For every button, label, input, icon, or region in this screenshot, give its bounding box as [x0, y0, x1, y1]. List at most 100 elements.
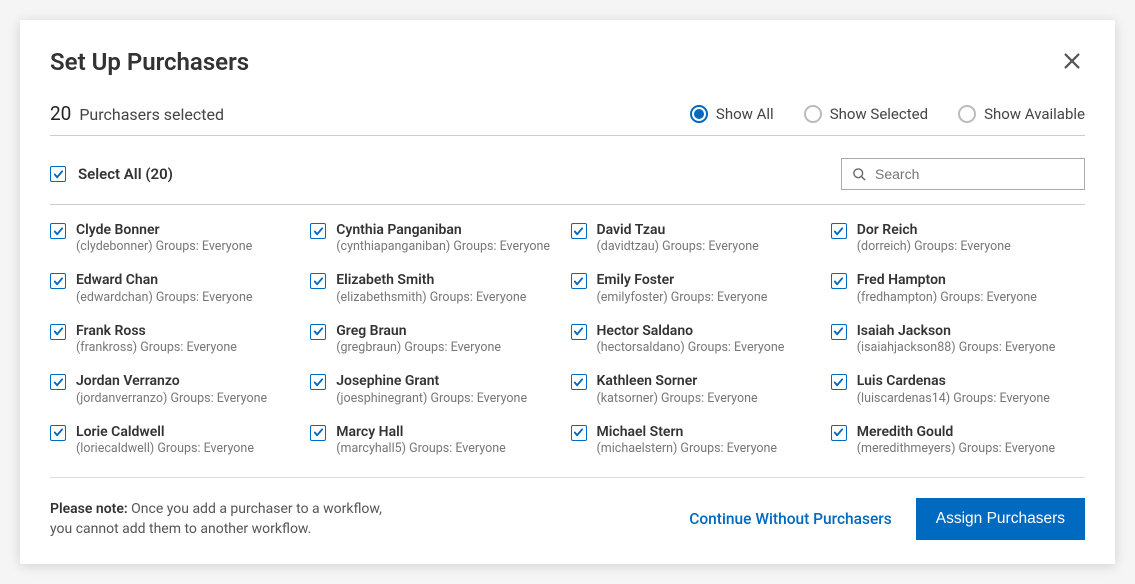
- purchaser-info: Emily Foster(emilyfoster) Groups: Everyo…: [597, 271, 768, 305]
- purchaser-checkbox[interactable]: [310, 223, 326, 239]
- purchaser-info: Dor Reich(dorreich) Groups: Everyone: [857, 221, 1011, 255]
- modal-title: Set Up Purchasers: [50, 48, 249, 76]
- radio-circle-icon: [804, 105, 822, 123]
- purchaser-item: Kathleen Sorner(katsorner) Groups: Every…: [571, 372, 819, 406]
- purchaser-info: Edward Chan(edwardchan) Groups: Everyone: [76, 271, 253, 305]
- purchaser-item: Meredith Gould(meredithmeyers) Groups: E…: [831, 423, 1079, 457]
- purchaser-sub: (marcyhall5) Groups: Everyone: [336, 441, 505, 457]
- purchaser-checkbox[interactable]: [571, 223, 587, 239]
- purchaser-info: Greg Braun(gregbraun) Groups: Everyone: [336, 322, 501, 356]
- purchaser-item: Cynthia Panganiban(cynthiapanganiban) Gr…: [310, 221, 558, 255]
- purchaser-sub: (meredithmeyers) Groups: Everyone: [857, 441, 1055, 457]
- purchaser-checkbox[interactable]: [50, 425, 66, 441]
- filter-radios: Show All Show Selected Show Available: [690, 105, 1085, 123]
- selected-count: 20: [50, 102, 71, 125]
- purchaser-sub: (gregbraun) Groups: Everyone: [336, 340, 501, 356]
- purchaser-info: Kathleen Sorner(katsorner) Groups: Every…: [597, 372, 758, 406]
- purchaser-name: Marcy Hall: [336, 423, 505, 441]
- radio-show-selected[interactable]: Show Selected: [804, 105, 928, 123]
- purchaser-sub: (jordanverranzo) Groups: Everyone: [76, 391, 267, 407]
- purchaser-info: Marcy Hall(marcyhall5) Groups: Everyone: [336, 423, 505, 457]
- purchaser-checkbox[interactable]: [571, 425, 587, 441]
- purchaser-checkbox[interactable]: [310, 425, 326, 441]
- purchaser-item: Greg Braun(gregbraun) Groups: Everyone: [310, 322, 558, 356]
- purchaser-name: Isaiah Jackson: [857, 322, 1056, 340]
- purchaser-name: Clyde Bonner: [76, 221, 252, 239]
- purchaser-item: Elizabeth Smith(elizabethsmith) Groups: …: [310, 271, 558, 305]
- purchaser-checkbox[interactable]: [50, 324, 66, 340]
- purchaser-sub: (katsorner) Groups: Everyone: [597, 391, 758, 407]
- selected-text: Purchasers selected: [79, 105, 224, 124]
- purchaser-checkbox[interactable]: [571, 273, 587, 289]
- purchaser-checkbox[interactable]: [310, 273, 326, 289]
- continue-without-button[interactable]: Continue Without Purchasers: [689, 510, 892, 528]
- purchaser-checkbox[interactable]: [571, 324, 587, 340]
- footer-note: Please note: Once you add a purchaser to…: [50, 499, 382, 540]
- purchaser-info: Fred Hampton(fredhampton) Groups: Everyo…: [857, 271, 1037, 305]
- purchaser-item: Dor Reich(dorreich) Groups: Everyone: [831, 221, 1079, 255]
- purchaser-checkbox[interactable]: [50, 223, 66, 239]
- purchaser-name: Meredith Gould: [857, 423, 1055, 441]
- purchaser-info: Luis Cardenas(luiscardenas14) Groups: Ev…: [857, 372, 1050, 406]
- close-icon[interactable]: [1059, 48, 1085, 74]
- controls-row: 20 Purchasers selected Show All Show Sel…: [50, 102, 1085, 136]
- purchaser-item: Josephine Grant(joesphinegrant) Groups: …: [310, 372, 558, 406]
- purchaser-item: David Tzau(davidtzau) Groups: Everyone: [571, 221, 819, 255]
- modal-footer: Please note: Once you add a purchaser to…: [50, 477, 1085, 540]
- purchaser-checkbox[interactable]: [50, 273, 66, 289]
- purchaser-checkbox[interactable]: [571, 374, 587, 390]
- purchaser-info: Frank Ross(frankross) Groups: Everyone: [76, 322, 237, 356]
- purchaser-grid: Clyde Bonner(clydebonner) Groups: Everyo…: [50, 221, 1085, 457]
- purchaser-checkbox[interactable]: [831, 324, 847, 340]
- purchaser-name: Elizabeth Smith: [336, 271, 526, 289]
- purchaser-checkbox[interactable]: [831, 374, 847, 390]
- radio-show-available[interactable]: Show Available: [958, 105, 1085, 123]
- purchaser-sub: (isaiahjackson88) Groups: Everyone: [857, 340, 1056, 356]
- search-field[interactable]: [841, 158, 1085, 190]
- purchaser-sub: (davidtzau) Groups: Everyone: [597, 239, 759, 255]
- modal-header: Set Up Purchasers: [50, 48, 1085, 76]
- purchaser-sub: (joesphinegrant) Groups: Everyone: [336, 391, 527, 407]
- purchaser-checkbox[interactable]: [310, 374, 326, 390]
- assign-purchasers-button[interactable]: Assign Purchasers: [916, 498, 1085, 540]
- purchaser-item: Michael Stern(michaelstern) Groups: Ever…: [571, 423, 819, 457]
- purchaser-name: Greg Braun: [336, 322, 501, 340]
- footer-buttons: Continue Without Purchasers Assign Purch…: [689, 498, 1085, 540]
- purchaser-info: Meredith Gould(meredithmeyers) Groups: E…: [857, 423, 1055, 457]
- purchaser-info: Lorie Caldwell(loriecaldwell) Groups: Ev…: [76, 423, 254, 457]
- selected-count-label: 20 Purchasers selected: [50, 102, 224, 125]
- purchaser-info: Elizabeth Smith(elizabethsmith) Groups: …: [336, 271, 526, 305]
- purchaser-sub: (edwardchan) Groups: Everyone: [76, 290, 253, 306]
- purchaser-name: Frank Ross: [76, 322, 237, 340]
- purchaser-checkbox[interactable]: [831, 425, 847, 441]
- purchaser-name: David Tzau: [597, 221, 759, 239]
- purchaser-sub: (hectorsaldano) Groups: Everyone: [597, 340, 785, 356]
- search-input[interactable]: [875, 166, 1074, 182]
- purchaser-item: Clyde Bonner(clydebonner) Groups: Everyo…: [50, 221, 298, 255]
- purchaser-sub: (frankross) Groups: Everyone: [76, 340, 237, 356]
- purchaser-name: Kathleen Sorner: [597, 372, 758, 390]
- purchaser-checkbox[interactable]: [310, 324, 326, 340]
- purchaser-item: Frank Ross(frankross) Groups: Everyone: [50, 322, 298, 356]
- purchaser-item: Emily Foster(emilyfoster) Groups: Everyo…: [571, 271, 819, 305]
- purchaser-checkbox[interactable]: [831, 273, 847, 289]
- purchaser-list[interactable]: Clyde Bonner(clydebonner) Groups: Everyo…: [50, 221, 1085, 473]
- radio-label: Show All: [716, 105, 774, 123]
- purchaser-checkbox[interactable]: [50, 374, 66, 390]
- select-all-checkbox[interactable]: [50, 166, 66, 182]
- purchaser-sub: (luiscardenas14) Groups: Everyone: [857, 391, 1050, 407]
- radio-show-all[interactable]: Show All: [690, 105, 774, 123]
- purchaser-checkbox[interactable]: [831, 223, 847, 239]
- select-all-control: Select All (20): [50, 165, 173, 183]
- purchaser-sub: (dorreich) Groups: Everyone: [857, 239, 1011, 255]
- purchaser-name: Luis Cardenas: [857, 372, 1050, 390]
- purchaser-sub: (fredhampton) Groups: Everyone: [857, 290, 1037, 306]
- radio-label: Show Available: [984, 105, 1085, 123]
- select-all-row: Select All (20): [50, 158, 1085, 205]
- purchaser-item: Hector Saldano(hectorsaldano) Groups: Ev…: [571, 322, 819, 356]
- purchaser-name: Jordan Verranzo: [76, 372, 267, 390]
- radio-label: Show Selected: [830, 105, 928, 123]
- purchaser-name: Michael Stern: [597, 423, 778, 441]
- purchaser-item: Fred Hampton(fredhampton) Groups: Everyo…: [831, 271, 1079, 305]
- purchaser-info: Michael Stern(michaelstern) Groups: Ever…: [597, 423, 778, 457]
